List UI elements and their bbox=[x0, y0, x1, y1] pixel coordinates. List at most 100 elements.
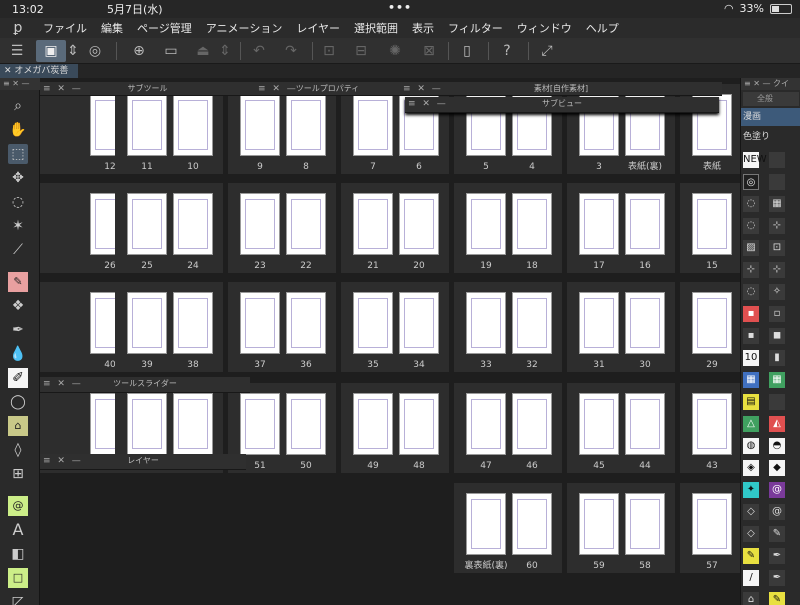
material-icon[interactable]: NEW bbox=[743, 152, 767, 168]
page-spread-card[interactable]: 37 36 bbox=[228, 282, 336, 372]
menu-selection[interactable]: 選択範囲 bbox=[347, 20, 405, 36]
page-thumbnail[interactable] bbox=[512, 193, 552, 255]
menu-filter[interactable]: フィルター bbox=[441, 20, 510, 36]
page-thumbnail[interactable] bbox=[466, 393, 506, 455]
page-thumbnail[interactable] bbox=[625, 393, 665, 455]
lasso-icon[interactable]: ◌ bbox=[8, 192, 28, 212]
loading-icon[interactable]: ✺ bbox=[384, 40, 406, 62]
app-logo-icon[interactable]: ꝑ bbox=[0, 20, 36, 36]
material-icon[interactable] bbox=[769, 174, 785, 190]
fullscreen-icon[interactable]: ⤢ bbox=[536, 40, 558, 62]
color-fill-icon[interactable]: □ bbox=[8, 568, 28, 588]
page-spread-card[interactable]: 33 32 bbox=[454, 282, 562, 372]
transform-icon[interactable]: ⊡ bbox=[318, 40, 340, 62]
page-thumbnail[interactable] bbox=[692, 292, 732, 354]
menu-icon[interactable]: ☰ bbox=[6, 40, 28, 62]
smartphone-icon[interactable]: ▯ bbox=[456, 40, 478, 62]
frame-icon[interactable]: ⊞ bbox=[8, 464, 28, 484]
page-thumbnail[interactable] bbox=[399, 393, 439, 455]
tool-palette-header[interactable]: ≡ ✕ — bbox=[0, 78, 40, 90]
material-icon[interactable]: ▦ bbox=[769, 372, 785, 388]
page-thumbnail[interactable] bbox=[353, 193, 393, 255]
page-spread-card[interactable]: 59 58 bbox=[567, 483, 675, 573]
pattern-icon[interactable]: ❖ bbox=[8, 296, 28, 316]
material-icon[interactable]: ◌ bbox=[743, 284, 759, 300]
page-thumbnail[interactable] bbox=[692, 193, 732, 255]
page-thumbnail[interactable] bbox=[353, 94, 393, 156]
page-spread-card[interactable]: 47 46 bbox=[454, 383, 562, 473]
page-manager-view[interactable]: 12 11 10 9 8 7 6 5 4 3 表紙(裏) 表紙 26 25 24 23 22 21 20 19 18 17… bbox=[40, 78, 740, 605]
menu-window[interactable]: ウィンドウ bbox=[510, 20, 579, 36]
material-icon[interactable] bbox=[769, 152, 785, 168]
material-icon[interactable]: ◈ bbox=[743, 460, 759, 476]
material-icon[interactable]: ⌂ bbox=[743, 592, 759, 605]
page-thumbnail[interactable] bbox=[127, 292, 167, 354]
material-icon[interactable]: ▫ bbox=[769, 306, 785, 322]
tool-slider-panel[interactable]: ≡ ✕ — ツールスライダー bbox=[40, 377, 250, 393]
move-icon[interactable]: ✥ bbox=[8, 168, 28, 188]
material-icon[interactable]: ▨ bbox=[743, 240, 759, 256]
text-icon[interactable]: A bbox=[8, 520, 28, 540]
chevron-updown-icon[interactable]: ⇕ bbox=[66, 40, 80, 62]
subtool-panel[interactable]: ≡ ✕ — サブツール bbox=[40, 82, 255, 96]
page-spread-card[interactable]: 23 22 bbox=[228, 183, 336, 273]
material-icon[interactable]: ◓ bbox=[769, 438, 785, 454]
page-thumbnail[interactable] bbox=[240, 94, 280, 156]
page-spread-card[interactable]: 21 20 bbox=[341, 183, 449, 273]
material-icon[interactable]: ⊹ bbox=[769, 218, 785, 234]
open-folder-icon[interactable]: ▭ bbox=[160, 40, 182, 62]
page-spread-card[interactable]: 45 44 bbox=[567, 383, 675, 473]
material-icon[interactable]: ✎ bbox=[743, 548, 759, 564]
house-icon[interactable]: ⌂ bbox=[8, 416, 28, 436]
page-thumbnail[interactable] bbox=[173, 393, 213, 455]
page-thumbnail[interactable] bbox=[579, 292, 619, 354]
material-icon[interactable]: @ bbox=[769, 504, 785, 520]
multitask-dots-icon[interactable]: ••• bbox=[388, 1, 412, 14]
material-icon[interactable]: ◎ bbox=[743, 174, 759, 190]
sub-view-panel[interactable]: ≡ ✕ — サブビュー bbox=[405, 97, 719, 113]
page-thumbnail[interactable] bbox=[692, 493, 732, 555]
page-thumbnail[interactable] bbox=[399, 193, 439, 255]
set-selector[interactable]: 全般 bbox=[743, 92, 799, 106]
menu-file[interactable]: ファイル bbox=[36, 20, 94, 36]
page-spread-card[interactable]: 35 34 bbox=[341, 282, 449, 372]
page-spread-card[interactable]: 25 24 bbox=[115, 183, 223, 273]
page-spread-card[interactable]: 39 38 bbox=[115, 282, 223, 372]
page-thumbnail[interactable] bbox=[173, 94, 213, 156]
page-spread-card[interactable]: 11 10 bbox=[115, 84, 223, 174]
material-icon[interactable]: ▦ bbox=[743, 372, 759, 388]
material-icon[interactable]: ✧ bbox=[769, 284, 785, 300]
page-spread-card[interactable]: 裏表紙(裏) 60 bbox=[454, 483, 562, 573]
page-thumbnail[interactable] bbox=[466, 292, 506, 354]
menu-edit[interactable]: 編集 bbox=[94, 20, 130, 36]
material-icon[interactable] bbox=[769, 394, 785, 410]
spiral-tool-icon[interactable]: @ bbox=[8, 496, 28, 516]
page-thumbnail[interactable] bbox=[512, 393, 552, 455]
material-icon[interactable]: ◇ bbox=[743, 526, 759, 542]
page-thumbnail[interactable] bbox=[127, 393, 167, 455]
page-thumbnail[interactable] bbox=[353, 292, 393, 354]
hand-icon[interactable]: ✋ bbox=[8, 120, 28, 140]
clear-icon[interactable]: ⊟ bbox=[350, 40, 372, 62]
page-thumbnail[interactable] bbox=[512, 493, 552, 555]
page-thumbnail[interactable] bbox=[173, 193, 213, 255]
magic-wand-icon[interactable]: ✶ bbox=[8, 216, 28, 236]
material-icon[interactable]: 10 bbox=[743, 350, 759, 366]
material-icon[interactable]: ▤ bbox=[743, 394, 759, 410]
export-icon[interactable]: ⏏ bbox=[192, 40, 214, 62]
material-icon[interactable]: ▪ bbox=[743, 306, 759, 322]
document-tab[interactable]: ✕ オメガバ炭善 bbox=[0, 64, 78, 78]
deselect-icon[interactable]: ⊠ bbox=[418, 40, 440, 62]
zoom-icon[interactable]: ⌕ bbox=[8, 96, 28, 116]
page-spread-card[interactable]: 98 bbox=[228, 84, 336, 174]
page-thumbnail[interactable] bbox=[286, 393, 326, 455]
material-icon[interactable]: ◌ bbox=[743, 218, 759, 234]
material-icon[interactable]: ✎ bbox=[769, 592, 785, 605]
page-thumbnail[interactable] bbox=[399, 292, 439, 354]
page-thumbnail[interactable] bbox=[173, 292, 213, 354]
category-coloring[interactable]: 色塗り bbox=[741, 128, 800, 146]
pen-icon[interactable]: ✎ bbox=[8, 272, 28, 292]
material-icon[interactable]: @ bbox=[769, 482, 785, 498]
page-thumbnail[interactable] bbox=[692, 393, 732, 455]
material-icon[interactable]: ✒ bbox=[769, 548, 785, 564]
